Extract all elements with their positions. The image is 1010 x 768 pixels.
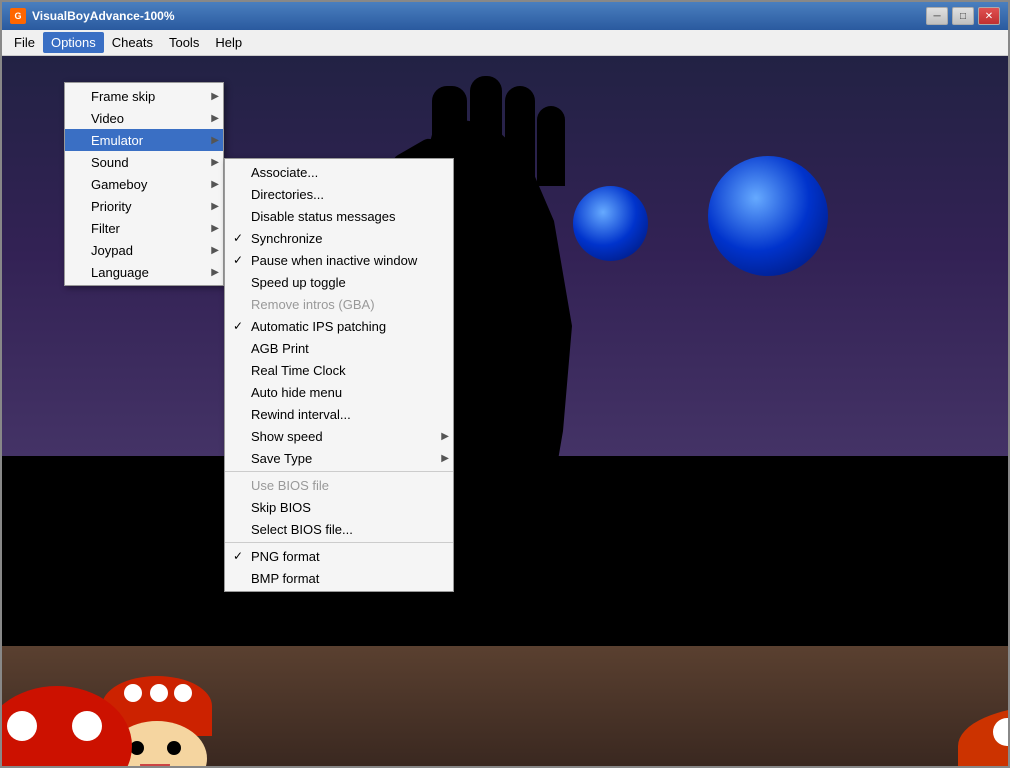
menu-emulator[interactable]: Emulator ▶ bbox=[65, 129, 223, 151]
menu-file[interactable]: File bbox=[6, 32, 43, 53]
arrow-language: ▶ bbox=[211, 267, 219, 278]
orb-center bbox=[573, 186, 648, 261]
arrow-joypad: ▶ bbox=[211, 245, 219, 256]
arrow-save-type: ▶ bbox=[441, 453, 449, 464]
emulator-bmp-format[interactable]: BMP format bbox=[225, 567, 453, 589]
toad-eye-l2 bbox=[167, 741, 181, 755]
emulator-agb-print[interactable]: AGB Print bbox=[225, 337, 453, 359]
emulator-select-bios[interactable]: Select BIOS file... bbox=[225, 518, 453, 540]
emulator-synchronize[interactable]: ✓ Synchronize bbox=[225, 227, 453, 249]
minimize-button[interactable]: ─ bbox=[926, 7, 948, 25]
emulator-pause-inactive[interactable]: ✓ Pause when inactive window bbox=[225, 249, 453, 271]
menu-help[interactable]: Help bbox=[207, 32, 250, 53]
title-bar-controls: ─ □ ✕ bbox=[926, 7, 1000, 25]
separator-1 bbox=[225, 471, 453, 472]
arrow-priority: ▶ bbox=[211, 201, 219, 212]
menu-gameboy[interactable]: Gameboy ▶ bbox=[65, 173, 223, 195]
menu-priority[interactable]: Priority ▶ bbox=[65, 195, 223, 217]
check-synchronize: ✓ bbox=[233, 231, 251, 245]
emulator-skip-bios[interactable]: Skip BIOS bbox=[225, 496, 453, 518]
close-button[interactable]: ✕ bbox=[978, 7, 1000, 25]
emulator-speed-toggle[interactable]: Speed up toggle bbox=[225, 271, 453, 293]
big-dot2 bbox=[72, 711, 102, 741]
emulator-rtc[interactable]: Real Time Clock bbox=[225, 359, 453, 381]
emulator-save-type[interactable]: Save Type ▶ bbox=[225, 447, 453, 469]
maximize-button[interactable]: □ bbox=[952, 7, 974, 25]
check-pause-inactive: ✓ bbox=[233, 253, 251, 267]
menu-joypad[interactable]: Joypad ▶ bbox=[65, 239, 223, 261]
menu-video[interactable]: Video ▶ bbox=[65, 107, 223, 129]
separator-2 bbox=[225, 542, 453, 543]
toad-l-dot1 bbox=[124, 684, 142, 702]
options-menu: Frame skip ▶ Video ▶ Emulator ▶ Sound ▶ bbox=[64, 82, 224, 286]
finger-3 bbox=[505, 86, 535, 186]
menu-sound[interactable]: Sound ▶ bbox=[65, 151, 223, 173]
finger-4 bbox=[537, 106, 565, 186]
finger-2 bbox=[470, 76, 502, 186]
arrow-emulator: ▶ bbox=[211, 135, 219, 146]
arrow-sound: ▶ bbox=[211, 157, 219, 168]
emulator-use-bios: Use BIOS file bbox=[225, 474, 453, 496]
arrow-gameboy: ▶ bbox=[211, 179, 219, 190]
emulator-submenu: Associate... Directories... Disable stat… bbox=[224, 158, 454, 592]
arrow-video: ▶ bbox=[211, 113, 219, 124]
toad-l-dot2 bbox=[150, 684, 168, 702]
emulator-auto-hide[interactable]: Auto hide menu bbox=[225, 381, 453, 403]
emulator-remove-intros: Remove intros (GBA) bbox=[225, 293, 453, 315]
toad-eye-l1 bbox=[130, 741, 144, 755]
toad-mouth bbox=[140, 764, 170, 766]
emulator-rewind[interactable]: Rewind interval... bbox=[225, 403, 453, 425]
menu-options[interactable]: Options bbox=[43, 32, 104, 53]
big-dot1 bbox=[7, 711, 37, 741]
arrow-show-speed: ▶ bbox=[441, 431, 449, 442]
toad-l-dot3 bbox=[174, 684, 192, 702]
emulator-directories[interactable]: Directories... bbox=[225, 183, 453, 205]
window-title: VisualBoyAdvance-100% bbox=[32, 9, 175, 23]
main-window: G VisualBoyAdvance-100% ─ □ ✕ File Optio… bbox=[0, 0, 1010, 768]
menu-cheats[interactable]: Cheats bbox=[104, 32, 161, 53]
app-icon: G bbox=[10, 8, 26, 24]
title-bar: G VisualBoyAdvance-100% ─ □ ✕ bbox=[2, 2, 1008, 30]
emulator-associate[interactable]: Associate... bbox=[225, 161, 453, 183]
menu-frame-skip[interactable]: Frame skip ▶ bbox=[65, 85, 223, 107]
arrow-filter: ▶ bbox=[211, 223, 219, 234]
arrow-frame-skip: ▶ bbox=[211, 91, 219, 102]
emulator-show-speed[interactable]: Show speed ▶ bbox=[225, 425, 453, 447]
emulator-auto-ips[interactable]: ✓ Automatic IPS patching bbox=[225, 315, 453, 337]
game-area: Frame skip ▶ Video ▶ Emulator ▶ Sound ▶ bbox=[2, 56, 1008, 766]
menu-bar: File Options Cheats Tools Help bbox=[2, 30, 1008, 56]
menu-filter[interactable]: Filter ▶ bbox=[65, 217, 223, 239]
title-bar-left: G VisualBoyAdvance-100% bbox=[10, 8, 175, 24]
menu-tools[interactable]: Tools bbox=[161, 32, 207, 53]
menu-language[interactable]: Language ▶ bbox=[65, 261, 223, 283]
check-auto-ips: ✓ bbox=[233, 319, 251, 333]
check-png-format: ✓ bbox=[233, 549, 251, 563]
emulator-disable-status[interactable]: Disable status messages bbox=[225, 205, 453, 227]
emulator-png-format[interactable]: ✓ PNG format bbox=[225, 545, 453, 567]
orb-right-mario bbox=[708, 156, 828, 276]
